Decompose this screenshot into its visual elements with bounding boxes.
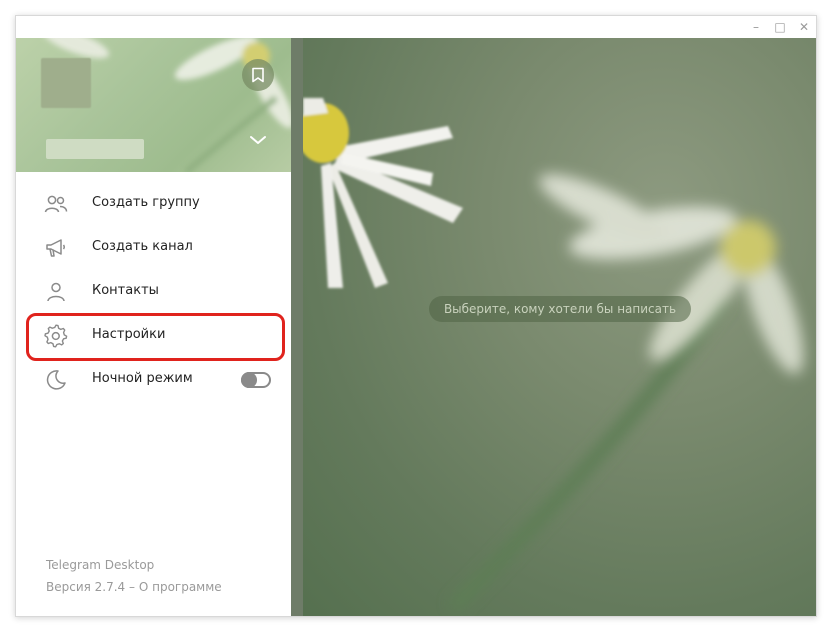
drawer-menu: Создать группу Создать канал Контакты На… <box>16 182 291 402</box>
daisy-wallpaper <box>303 98 804 613</box>
settings-highlight-annotation <box>26 313 285 361</box>
menu-item-label: Создать группу <box>92 195 200 210</box>
version-text: Версия 2.7.4 <box>46 580 126 594</box>
drawer-shadow <box>291 38 303 616</box>
version-separator: – <box>125 580 139 594</box>
minimize-button[interactable]: – <box>745 18 767 36</box>
side-drawer: Создать группу Создать канал Контакты На… <box>16 38 291 616</box>
menu-item-night-mode[interactable]: Ночной режим <box>16 358 291 402</box>
about-link[interactable]: О программе <box>139 580 222 594</box>
avatar[interactable] <box>41 58 91 108</box>
profile-cover <box>16 38 291 172</box>
group-icon <box>44 192 68 216</box>
menu-item-new-group[interactable]: Создать группу <box>16 182 291 226</box>
close-button[interactable]: ✕ <box>793 18 815 36</box>
menu-item-contacts[interactable]: Контакты <box>16 270 291 314</box>
accounts-expand-button[interactable] <box>244 128 272 152</box>
empty-chat-placeholder: Выберите, кому хотели бы написать <box>429 296 691 322</box>
bookmark-icon <box>252 67 264 83</box>
version-line: Версия 2.7.4 – О программе <box>46 580 222 594</box>
menu-item-label: Контакты <box>92 283 159 298</box>
night-mode-toggle[interactable] <box>241 372 271 388</box>
megaphone-icon <box>44 236 68 260</box>
saved-messages-button[interactable] <box>242 59 274 91</box>
person-icon <box>44 280 68 304</box>
menu-item-label: Создать канал <box>92 239 193 254</box>
menu-item-label: Ночной режим <box>92 371 193 386</box>
maximize-button[interactable]: □ <box>769 18 791 36</box>
toggle-knob <box>241 372 257 388</box>
title-bar: – □ ✕ <box>16 16 816 38</box>
moon-icon <box>44 368 68 392</box>
menu-item-new-channel[interactable]: Создать канал <box>16 226 291 270</box>
profile-name <box>46 139 144 159</box>
app-name: Telegram Desktop <box>46 558 155 572</box>
chevron-down-icon <box>250 136 266 144</box>
telegram-window: – □ ✕ Выберите, кому хотели бы написать … <box>15 15 817 617</box>
chat-background: Выберите, кому хотели бы написать <box>303 38 816 616</box>
